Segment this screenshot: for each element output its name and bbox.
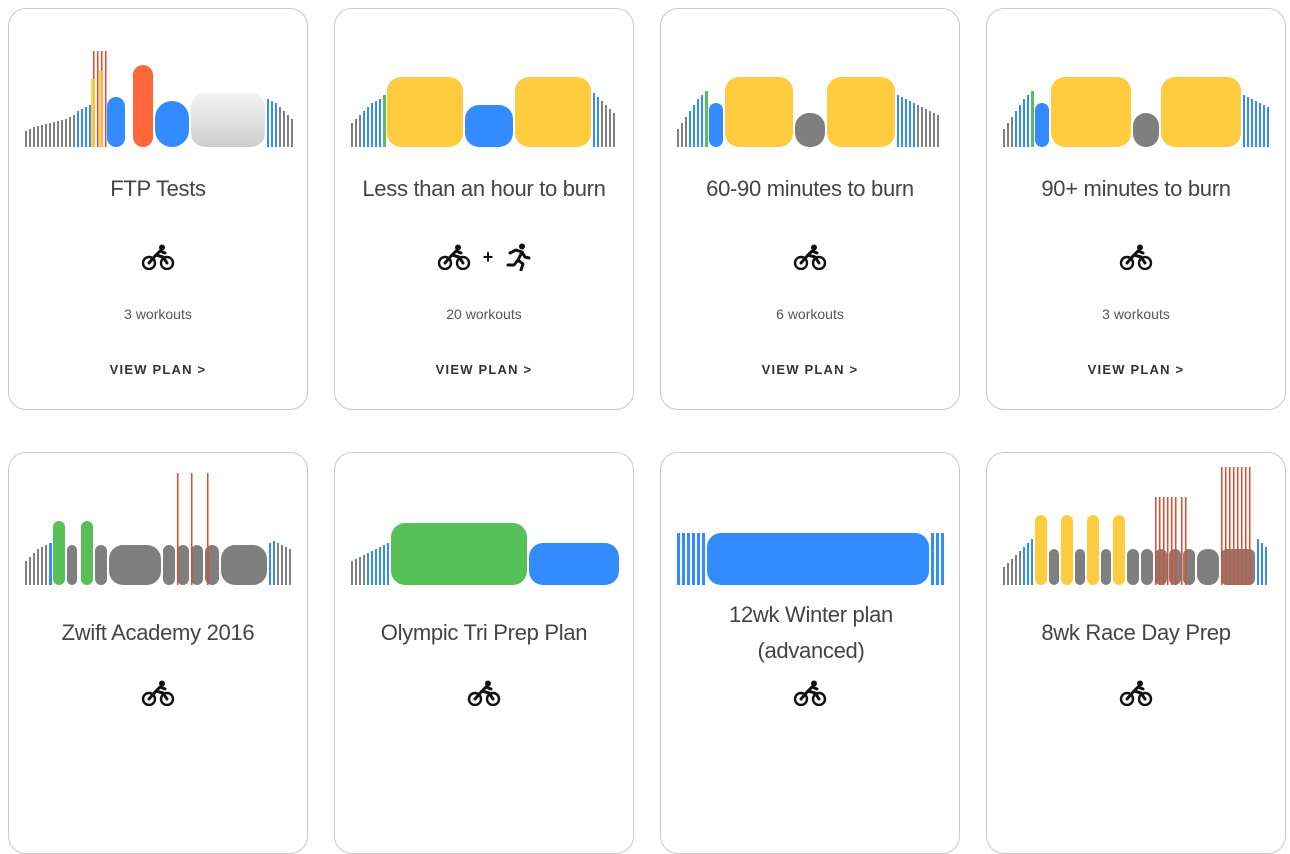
sport-icons	[987, 243, 1285, 271]
view-plan-link[interactable]: VIEW PLAN >	[987, 362, 1285, 377]
plan-card-12wk-winter-plan[interactable]: 12wk Winter plan (advanced)	[660, 452, 960, 854]
cyclist-icon	[793, 680, 827, 707]
workout-profile-chart	[677, 77, 939, 147]
cyclist-icon	[467, 680, 501, 707]
sport-icons	[987, 679, 1285, 707]
cyclist-icon	[437, 244, 470, 271]
plan-card-ftp-tests[interactable]: FTP Tests 3 workouts VIEW PLAN >	[8, 8, 308, 410]
workout-count: 6 workouts	[776, 306, 844, 322]
plan-card-zwift-academy-2016[interactable]: Zwift Academy 2016	[8, 452, 308, 854]
runner-icon	[506, 243, 531, 272]
sport-icons: +	[335, 243, 633, 272]
sport-icons	[9, 679, 307, 707]
view-plan-link[interactable]: VIEW PLAN >	[661, 362, 959, 377]
workout-count: 20 workouts	[446, 306, 522, 322]
workout-profile-chart	[351, 77, 615, 147]
workout-profile-chart	[677, 533, 944, 585]
plan-title: 8wk Race Day Prep	[1041, 620, 1231, 645]
sport-icons	[9, 243, 307, 271]
workout-profile-chart	[1003, 77, 1269, 147]
cyclist-icon	[141, 680, 175, 707]
workout-count: 3 workouts	[1102, 306, 1170, 322]
cyclist-icon	[141, 244, 175, 271]
plan-title: Olympic Tri Prep Plan	[380, 620, 588, 645]
plan-card-8wk-race-day-prep[interactable]: 8wk Race Day Prep	[986, 452, 1286, 854]
view-plan-link[interactable]: VIEW PLAN >	[335, 362, 633, 377]
plan-title: 90+ minutes to burn	[1041, 176, 1231, 201]
plan-title: Zwift Academy 2016	[61, 620, 255, 645]
cyclist-icon	[1119, 244, 1153, 271]
plan-card-less-than-an-hour[interactable]: Less than an hour to burn + 20 workouts …	[334, 8, 634, 410]
sport-icons	[661, 679, 959, 707]
plan-title: Less than an hour to burn	[362, 176, 606, 201]
plan-card-90-plus-minutes[interactable]: 90+ minutes to burn 3 workouts VIEW PLAN…	[986, 8, 1286, 410]
plan-card-olympic-tri-prep[interactable]: Olympic Tri Prep Plan	[334, 452, 634, 854]
view-plan-link[interactable]: VIEW PLAN >	[9, 362, 307, 377]
sport-icons	[661, 243, 959, 271]
workout-count: 3 workouts	[124, 306, 192, 322]
plan-title: 60-90 minutes to burn	[706, 176, 914, 201]
cyclist-icon	[793, 244, 827, 271]
sport-icons	[335, 679, 633, 707]
plus-sign: +	[482, 246, 494, 267]
plan-title: FTP Tests	[110, 176, 206, 201]
plan-card-60-90-minutes[interactable]: 60-90 minutes to burn 6 workouts VIEW PL…	[660, 8, 960, 410]
workout-profile-chart	[351, 523, 619, 585]
cyclist-icon	[1119, 680, 1153, 707]
workout-profile-chart	[1003, 467, 1267, 585]
workout-profile-chart	[25, 51, 293, 147]
plan-title: 12wk Winter plan (advanced)	[729, 602, 893, 663]
workout-profile-chart	[25, 473, 291, 585]
